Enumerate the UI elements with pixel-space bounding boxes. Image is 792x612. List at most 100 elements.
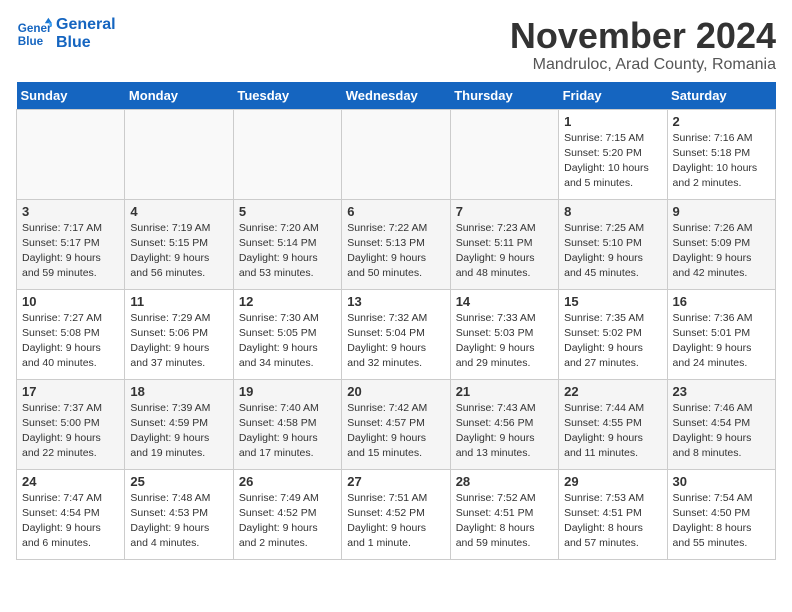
day-info: Sunrise: 7:25 AM Sunset: 5:10 PM Dayligh…	[564, 221, 661, 282]
day-info: Sunrise: 7:52 AM Sunset: 4:51 PM Dayligh…	[456, 491, 553, 552]
calendar-table: SundayMondayTuesdayWednesdayThursdayFrid…	[16, 82, 776, 560]
calendar-cell: 28 Sunrise: 7:52 AM Sunset: 4:51 PM Dayli…	[450, 469, 558, 559]
day-info: Sunrise: 7:47 AM Sunset: 4:54 PM Dayligh…	[22, 491, 119, 552]
calendar-cell: 21Sunrise: 7:43 AM Sunset: 4:56 PM Dayli…	[450, 379, 558, 469]
day-number: 29	[564, 474, 661, 489]
calendar-cell	[233, 109, 341, 199]
day-info: Sunrise: 7:46 AM Sunset: 4:54 PM Dayligh…	[673, 401, 770, 462]
day-number: 26	[239, 474, 336, 489]
day-info: Sunrise: 7:22 AM Sunset: 5:13 PM Dayligh…	[347, 221, 444, 282]
day-number: 3	[22, 204, 119, 219]
day-number: 17	[22, 384, 119, 399]
day-info: Sunrise: 7:17 AM Sunset: 5:17 PM Dayligh…	[22, 221, 119, 282]
day-number: 5	[239, 204, 336, 219]
day-info: Sunrise: 7:37 AM Sunset: 5:00 PM Dayligh…	[22, 401, 119, 462]
calendar-cell: 15 Sunrise: 7:35 AM Sunset: 5:02 PM Dayli…	[559, 289, 667, 379]
day-info: Sunrise: 7:33 AM Sunset: 5:03 PM Dayligh…	[456, 311, 553, 372]
header-thursday: Thursday	[450, 82, 558, 110]
calendar-cell: 26 Sunrise: 7:49 AM Sunset: 4:52 PM Dayli…	[233, 469, 341, 559]
month-title: November 2024	[510, 16, 776, 56]
day-number: 7	[456, 204, 553, 219]
day-info: Sunrise: 7:26 AM Sunset: 5:09 PM Dayligh…	[673, 221, 770, 282]
day-number: 4	[130, 204, 227, 219]
calendar-week-row: 1 Sunrise: 7:15 AM Sunset: 5:20 PM Daylig…	[17, 109, 776, 199]
day-number: 18	[130, 384, 227, 399]
day-number: 1	[564, 114, 661, 129]
day-info: Sunrise: 7:43 AM Sunset: 4:56 PM Dayligh…	[456, 401, 553, 462]
day-number: 2	[673, 114, 770, 129]
logo-icon: General Blue	[16, 16, 52, 52]
day-info: Sunrise: 7:35 AM Sunset: 5:02 PM Dayligh…	[564, 311, 661, 372]
calendar-cell: 18 Sunrise: 7:39 AM Sunset: 4:59 PM Dayli…	[125, 379, 233, 469]
day-number: 6	[347, 204, 444, 219]
day-number: 23	[673, 384, 770, 399]
day-info: Sunrise: 7:16 AM Sunset: 5:18 PM Dayligh…	[673, 131, 770, 192]
header-tuesday: Tuesday	[233, 82, 341, 110]
calendar-cell: 14 Sunrise: 7:33 AM Sunset: 5:03 PM Dayli…	[450, 289, 558, 379]
calendar-cell: 7Sunrise: 7:23 AM Sunset: 5:11 PM Daylig…	[450, 199, 558, 289]
day-number: 30	[673, 474, 770, 489]
calendar-cell	[17, 109, 125, 199]
page-header: General Blue General Blue November 2024 …	[16, 16, 776, 74]
day-number: 8	[564, 204, 661, 219]
calendar-cell	[125, 109, 233, 199]
calendar-cell: 4 Sunrise: 7:19 AM Sunset: 5:15 PM Daylig…	[125, 199, 233, 289]
day-info: Sunrise: 7:20 AM Sunset: 5:14 PM Dayligh…	[239, 221, 336, 282]
calendar-cell: 20Sunrise: 7:42 AM Sunset: 4:57 PM Dayli…	[342, 379, 450, 469]
calendar-cell: 8 Sunrise: 7:25 AM Sunset: 5:10 PM Daylig…	[559, 199, 667, 289]
calendar-cell: 1 Sunrise: 7:15 AM Sunset: 5:20 PM Daylig…	[559, 109, 667, 199]
calendar-cell: 17 Sunrise: 7:37 AM Sunset: 5:00 PM Dayli…	[17, 379, 125, 469]
day-number: 9	[673, 204, 770, 219]
calendar-cell: 11 Sunrise: 7:29 AM Sunset: 5:06 PM Dayli…	[125, 289, 233, 379]
calendar-cell: 23 Sunrise: 7:46 AM Sunset: 4:54 PM Dayli…	[667, 379, 775, 469]
day-info: Sunrise: 7:40 AM Sunset: 4:58 PM Dayligh…	[239, 401, 336, 462]
day-number: 28	[456, 474, 553, 489]
calendar-cell: 16Sunrise: 7:36 AM Sunset: 5:01 PM Dayli…	[667, 289, 775, 379]
day-info: Sunrise: 7:48 AM Sunset: 4:53 PM Dayligh…	[130, 491, 227, 552]
day-number: 24	[22, 474, 119, 489]
calendar-cell: 19 Sunrise: 7:40 AM Sunset: 4:58 PM Dayli…	[233, 379, 341, 469]
logo-line1: General	[56, 16, 116, 34]
header-monday: Monday	[125, 82, 233, 110]
calendar-cell: 27 Sunrise: 7:51 AM Sunset: 4:52 PM Dayli…	[342, 469, 450, 559]
header-friday: Friday	[559, 82, 667, 110]
logo-line2: Blue	[56, 34, 116, 52]
logo: General Blue General Blue	[16, 16, 116, 52]
day-number: 11	[130, 294, 227, 309]
day-number: 16	[673, 294, 770, 309]
calendar-cell	[342, 109, 450, 199]
day-info: Sunrise: 7:29 AM Sunset: 5:06 PM Dayligh…	[130, 311, 227, 372]
location: Mandruloc, Arad County, Romania	[510, 56, 776, 74]
day-number: 13	[347, 294, 444, 309]
calendar-cell	[450, 109, 558, 199]
calendar-cell: 9 Sunrise: 7:26 AM Sunset: 5:09 PM Daylig…	[667, 199, 775, 289]
calendar-cell: 12Sunrise: 7:30 AM Sunset: 5:05 PM Dayli…	[233, 289, 341, 379]
calendar-week-row: 24 Sunrise: 7:47 AM Sunset: 4:54 PM Dayli…	[17, 469, 776, 559]
day-number: 14	[456, 294, 553, 309]
day-info: Sunrise: 7:15 AM Sunset: 5:20 PM Dayligh…	[564, 131, 661, 192]
header-saturday: Saturday	[667, 82, 775, 110]
day-number: 10	[22, 294, 119, 309]
calendar-cell: 22 Sunrise: 7:44 AM Sunset: 4:55 PM Dayli…	[559, 379, 667, 469]
calendar-week-row: 10 Sunrise: 7:27 AM Sunset: 5:08 PM Dayli…	[17, 289, 776, 379]
calendar-cell: 30Sunrise: 7:54 AM Sunset: 4:50 PM Dayli…	[667, 469, 775, 559]
calendar-cell: 3 Sunrise: 7:17 AM Sunset: 5:17 PM Daylig…	[17, 199, 125, 289]
day-number: 19	[239, 384, 336, 399]
calendar-week-row: 3 Sunrise: 7:17 AM Sunset: 5:17 PM Daylig…	[17, 199, 776, 289]
day-number: 22	[564, 384, 661, 399]
calendar-cell: 25Sunrise: 7:48 AM Sunset: 4:53 PM Dayli…	[125, 469, 233, 559]
day-number: 12	[239, 294, 336, 309]
title-block: November 2024 Mandruloc, Arad County, Ro…	[510, 16, 776, 74]
calendar-header-row: SundayMondayTuesdayWednesdayThursdayFrid…	[17, 82, 776, 110]
svg-text:General: General	[18, 22, 52, 35]
day-info: Sunrise: 7:44 AM Sunset: 4:55 PM Dayligh…	[564, 401, 661, 462]
calendar-week-row: 17 Sunrise: 7:37 AM Sunset: 5:00 PM Dayli…	[17, 379, 776, 469]
day-number: 15	[564, 294, 661, 309]
calendar-cell: 29Sunrise: 7:53 AM Sunset: 4:51 PM Dayli…	[559, 469, 667, 559]
day-info: Sunrise: 7:19 AM Sunset: 5:15 PM Dayligh…	[130, 221, 227, 282]
day-info: Sunrise: 7:39 AM Sunset: 4:59 PM Dayligh…	[130, 401, 227, 462]
day-info: Sunrise: 7:49 AM Sunset: 4:52 PM Dayligh…	[239, 491, 336, 552]
day-info: Sunrise: 7:27 AM Sunset: 5:08 PM Dayligh…	[22, 311, 119, 372]
day-number: 27	[347, 474, 444, 489]
day-info: Sunrise: 7:51 AM Sunset: 4:52 PM Dayligh…	[347, 491, 444, 552]
